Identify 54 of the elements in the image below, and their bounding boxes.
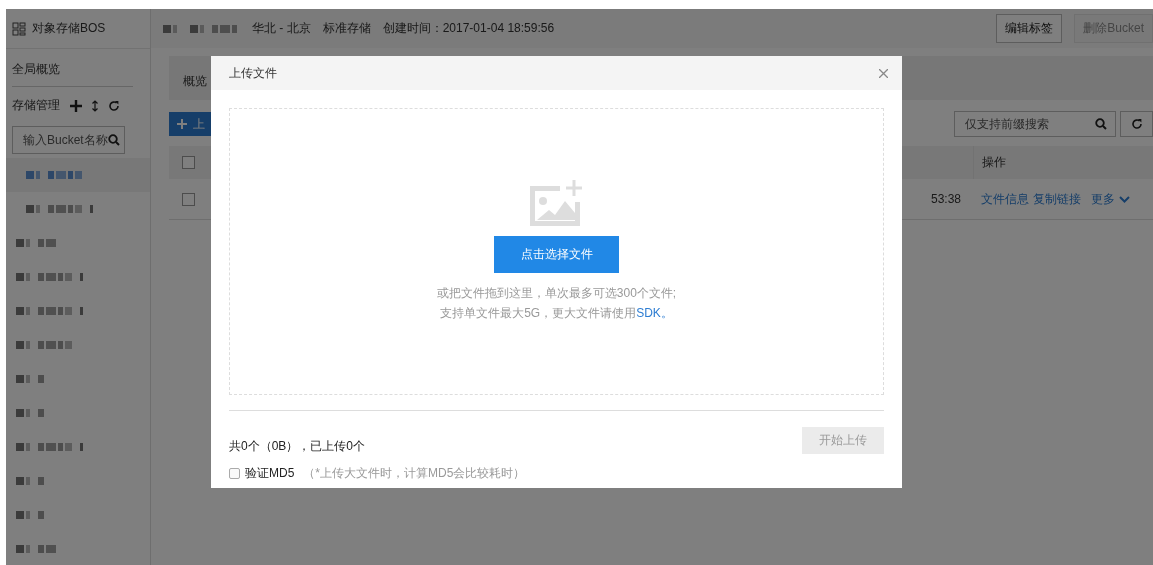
overview-link[interactable]: 全局概览 (12, 62, 60, 76)
drop-hint: 或把文件拖到这里，单次最多可选300个文件; (436, 285, 677, 302)
action-link[interactable]: 复制链接 (1033, 190, 1081, 208)
redacted-text (16, 545, 56, 553)
bucket-item[interactable] (6, 158, 150, 192)
add-image-icon (529, 180, 584, 226)
dialog-title: 上传文件 (229, 64, 277, 82)
more-link[interactable]: 更多 (1091, 190, 1115, 208)
region-text: 华北 - 北京 (252, 20, 311, 37)
upload-summary: 共0个（0B），已上传0个 (229, 438, 367, 455)
chevron-down-icon[interactable] (1119, 195, 1130, 203)
redacted-text (16, 409, 46, 417)
search-icon (1095, 118, 1107, 130)
storage-class-text: 标准存储 (322, 20, 371, 37)
table-cell: 53:38 (930, 192, 961, 206)
redacted-text (190, 24, 240, 33)
file-search-field[interactable]: 仅支持前缀搜索 (954, 111, 1116, 137)
app-title: 对象存储BOS (32, 20, 106, 37)
section-label: 存储管理 (12, 97, 60, 114)
checkbox[interactable] (229, 468, 240, 479)
redacted-text (16, 273, 86, 281)
redacted-text (16, 307, 86, 315)
refresh-button[interactable] (1120, 111, 1153, 137)
refresh-icon[interactable] (108, 99, 120, 112)
tab[interactable]: 概览 (183, 73, 207, 90)
checkbox[interactable] (182, 192, 195, 206)
sort-icon[interactable] (92, 99, 98, 112)
add-icon[interactable] (70, 99, 82, 112)
redacted-text (16, 477, 46, 485)
edit-tags-button[interactable]: 编辑标签 (996, 14, 1063, 43)
add-icon (177, 119, 187, 129)
sdk-link[interactable]: SDK。 (636, 306, 673, 320)
redacted-text (163, 24, 178, 33)
redacted-text (16, 443, 86, 451)
redacted-text (16, 239, 56, 247)
redacted-text (16, 511, 46, 519)
refresh-icon (1130, 118, 1143, 130)
checkbox[interactable] (182, 156, 195, 169)
action-link[interactable]: 文件信息 (981, 190, 1029, 208)
created-time: 创建时间：2017-01-04 18:59:56 (382, 20, 555, 37)
drop-zone[interactable]: 点击选择文件 或把文件拖到这里，单次最多可选300个文件; 支持单文件最大5G，更大文件请使用SDK。 (229, 108, 884, 395)
redacted-text (26, 205, 96, 213)
md5-note: （*上传大文件时，计算MD5会比较耗时） (303, 465, 526, 482)
search-icon (108, 134, 120, 146)
close-icon[interactable] (879, 68, 888, 78)
placeholder-text: 输入Bucket名称 (23, 131, 108, 149)
checkbox-label: 验证MD5 (245, 465, 295, 482)
select-file-button[interactable]: 点击选择文件 (494, 236, 619, 273)
column-header: 操作 (982, 154, 1006, 171)
size-limit-text: 支持单文件最大5G，更大文件请使用 (440, 306, 637, 320)
placeholder-text: 仅支持前缀搜索 (965, 115, 1049, 133)
grid-icon (12, 21, 26, 36)
redacted-text (16, 375, 46, 383)
bucket-search-field[interactable]: 输入Bucket名称 (12, 126, 125, 154)
